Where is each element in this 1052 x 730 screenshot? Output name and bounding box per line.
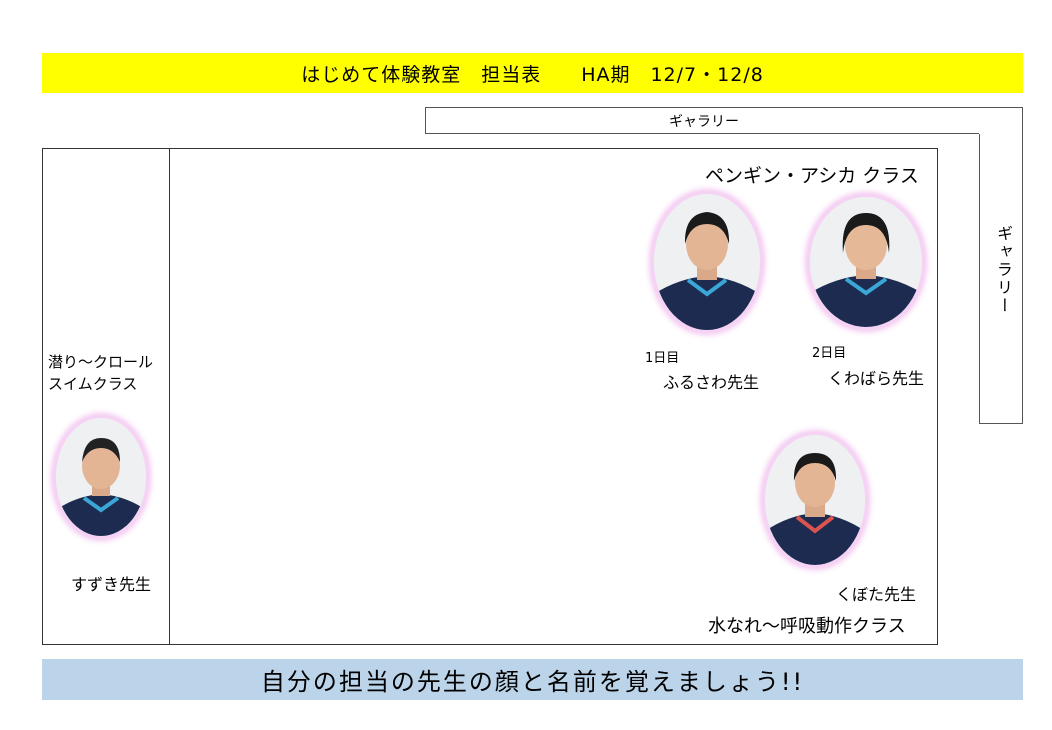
teacher-portrait-icon <box>765 435 865 565</box>
teacher-portrait-icon <box>654 194 760 330</box>
kubota-name: くぼた先生 <box>836 585 917 604</box>
pool-frame <box>42 148 938 645</box>
left-class-line2: スイムクラス <box>48 375 138 393</box>
furusawa-photo <box>654 194 760 330</box>
gallery-side-divider <box>979 134 980 424</box>
day2-label: 2日目 <box>812 346 847 361</box>
footer-message: 自分の担当の先生の顔と名前を覚えましょう!! <box>260 668 805 696</box>
lane-divider <box>169 148 170 645</box>
suzuki-name: すずき先生 <box>71 575 152 594</box>
teacher-portrait-icon <box>810 197 922 327</box>
suzuki-photo <box>56 418 146 536</box>
gallery-top-divider <box>425 133 979 134</box>
penguin-class-label: ペンギン・アシカ クラス <box>705 165 919 187</box>
footer-banner: 自分の担当の先生の顔と名前を覚えましょう!! <box>42 659 1023 700</box>
gallery-side-label: ギャラリー <box>994 225 1013 315</box>
kuwabara-name: くわばら先生 <box>828 369 925 388</box>
kubota-photo <box>765 435 865 565</box>
mizunare-class-label: 水なれ〜呼吸動作クラス <box>708 616 906 637</box>
furusawa-name: ふるさわ先生 <box>663 373 760 392</box>
page-title: はじめて体験教室 担当表 HA期 12/7・12/8 <box>301 63 764 86</box>
kuwabara-photo <box>810 197 922 327</box>
left-class-line1: 潜り〜クロール <box>48 353 154 371</box>
gallery-top-label: ギャラリー <box>669 114 739 130</box>
teacher-portrait-icon <box>56 418 146 536</box>
day1-label: 1日目 <box>645 351 680 366</box>
gallery-top-area: ギャラリー <box>425 107 1022 134</box>
title-banner: はじめて体験教室 担当表 HA期 12/7・12/8 <box>42 53 1023 93</box>
